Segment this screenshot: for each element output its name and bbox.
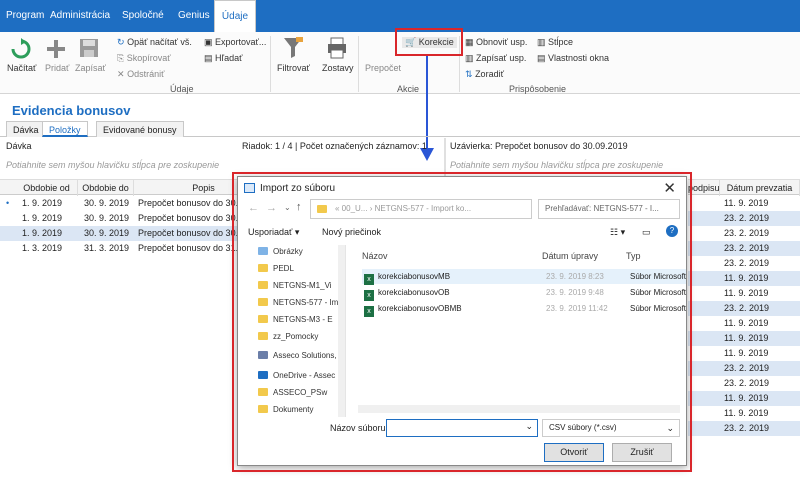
left-panel-label: Dávka bbox=[6, 141, 32, 151]
save-icon bbox=[80, 39, 98, 57]
cell-obdobie-do: 31. 3. 2019 bbox=[84, 243, 130, 253]
groupby-hint-left: Potiahnite sem myšou hlavičku stĺpca pre… bbox=[6, 160, 220, 170]
column-header-datum-prevzatia[interactable]: Dátum prevzatia bbox=[720, 180, 800, 196]
table-row[interactable]: 11. 9. 2019 bbox=[688, 316, 800, 331]
zapisat-button[interactable]: Zapísať bbox=[75, 63, 106, 73]
table-row[interactable]: 23. 2. 2019 bbox=[688, 226, 800, 241]
tab-spolocne[interactable]: Spoločné bbox=[122, 0, 164, 32]
highlight-korekcie bbox=[395, 28, 463, 56]
cell-datum-prevzatia: 23. 2. 2019 bbox=[724, 378, 770, 388]
current-row-indicator: • bbox=[6, 198, 10, 208]
cell-datum-prevzatia: 23. 2. 2019 bbox=[724, 303, 770, 313]
table-row[interactable]: 23. 2. 2019 bbox=[688, 421, 800, 436]
table-row[interactable]: 23. 2. 2019 bbox=[688, 256, 800, 271]
zostavy-button[interactable]: Zostavy bbox=[322, 63, 354, 73]
printer-icon bbox=[328, 37, 346, 59]
find-icon: ▤ bbox=[204, 53, 213, 63]
hladat-button[interactable]: ▤ Hľadať bbox=[204, 53, 243, 64]
highlight-dialog bbox=[232, 172, 692, 472]
table-row[interactable]: 11. 9. 2019 bbox=[688, 286, 800, 301]
tab-davka[interactable]: Dávka bbox=[6, 121, 46, 137]
group-label-udaje: Údaje bbox=[170, 84, 194, 94]
column-header-podpisu[interactable]: podpisu bbox=[688, 180, 720, 196]
cell-obdobie-od: 1. 3. 2019 bbox=[22, 243, 63, 253]
table-row[interactable]: 23. 2. 2019 bbox=[688, 301, 800, 316]
right-grid-header: podpisu Dátum prevzatia bbox=[688, 179, 800, 196]
cell-datum-prevzatia: 11. 9. 2019 bbox=[724, 318, 769, 328]
ribbon-separator bbox=[270, 36, 271, 92]
cell-obdobie-do: 30. 9. 2019 bbox=[84, 228, 130, 238]
cell-datum-prevzatia: 23. 2. 2019 bbox=[724, 228, 770, 238]
cell-datum-prevzatia: 23. 2. 2019 bbox=[724, 423, 770, 433]
cell-datum-prevzatia: 23. 2. 2019 bbox=[724, 243, 770, 253]
opat-nacitat-button[interactable]: ↻ Opäť načítať vš. bbox=[117, 37, 192, 48]
delete-icon: ✕ bbox=[117, 69, 125, 79]
exportovat-button[interactable]: ▣ Exportovať... bbox=[204, 37, 266, 48]
prepocet-button[interactable]: Prepočet bbox=[365, 63, 401, 73]
cell-obdobie-do: 30. 9. 2019 bbox=[84, 198, 130, 208]
column-header-obdobie-od[interactable]: Obdobie od bbox=[16, 180, 78, 196]
plus-icon bbox=[47, 40, 65, 58]
tab-administracia[interactable]: Administrácia bbox=[50, 0, 110, 32]
table-row[interactable]: 23. 2. 2019 bbox=[688, 241, 800, 256]
column-header-obdobie-do[interactable]: Obdobie do bbox=[78, 180, 134, 196]
export-icon: ▣ bbox=[204, 37, 213, 47]
copy-icon: ⎘ bbox=[117, 53, 125, 63]
cell-obdobie-od: 1. 9. 2019 bbox=[22, 228, 63, 238]
cell-obdobie-od: 1. 9. 2019 bbox=[22, 213, 63, 223]
save-layout-icon: ▥ bbox=[465, 53, 474, 63]
cell-datum-prevzatia: 23. 2. 2019 bbox=[724, 258, 770, 268]
cell-obdobie-do: 30. 9. 2019 bbox=[84, 213, 130, 223]
cell-datum-prevzatia: 11. 9. 2019 bbox=[724, 408, 769, 418]
nacitat-button[interactable]: Načítať bbox=[7, 63, 36, 73]
groupby-hint-right: Potiahnite sem myšou hlavičku stĺpca pre… bbox=[450, 160, 664, 170]
sub-tab-bar: Dávka Položky Evidované bonusy bbox=[0, 121, 800, 137]
cell-datum-prevzatia: 11. 9. 2019 bbox=[724, 288, 769, 298]
skopirovat-button[interactable]: ⎘ Skopírovať bbox=[117, 53, 171, 64]
sort-icon: ⇅ bbox=[465, 69, 473, 79]
cell-datum-prevzatia: 23. 2. 2019 bbox=[724, 363, 770, 373]
group-label-prisposobenie: Prispôsobenie bbox=[509, 84, 567, 94]
page-title: Evidencia bonusov bbox=[12, 103, 131, 118]
table-row[interactable]: 11. 9. 2019 bbox=[688, 331, 800, 346]
zoradit-button[interactable]: ⇅ Zoradiť bbox=[465, 69, 504, 80]
cell-datum-prevzatia: 23. 2. 2019 bbox=[724, 213, 770, 223]
table-row[interactable]: 23. 2. 2019 bbox=[688, 361, 800, 376]
vlastnosti-okna-button[interactable]: ▤ Vlastnosti okna bbox=[537, 53, 609, 64]
tab-program[interactable]: Program bbox=[6, 0, 44, 32]
table-row[interactable]: 11. 9. 2019 bbox=[688, 271, 800, 286]
cell-datum-prevzatia: 11. 9. 2019 bbox=[724, 393, 769, 403]
group-label-akcie: Akcie bbox=[397, 84, 420, 94]
table-row[interactable]: 11. 9. 2019 bbox=[688, 196, 800, 211]
tab-genius[interactable]: Genius bbox=[178, 0, 210, 32]
table-row[interactable]: 11. 9. 2019 bbox=[688, 346, 800, 361]
table-row[interactable]: 11. 9. 2019 bbox=[688, 391, 800, 406]
right-panel-label: Uzávierka: Prepočet bonusov do 30.09.201… bbox=[450, 141, 628, 151]
cell-datum-prevzatia: 11. 9. 2019 bbox=[724, 198, 769, 208]
ribbon-separator bbox=[358, 36, 359, 92]
table-row[interactable]: 11. 9. 2019 bbox=[688, 406, 800, 421]
restore-layout-icon: ▦ bbox=[465, 37, 474, 47]
tab-polozky[interactable]: Položky bbox=[42, 121, 88, 137]
cell-datum-prevzatia: 11. 9. 2019 bbox=[724, 348, 769, 358]
row-info: Riadok: 1 / 4 | Počet označených záznamo… bbox=[242, 141, 427, 151]
filtrovat-button[interactable]: Filtrovať bbox=[277, 63, 310, 73]
window-properties-icon: ▤ bbox=[537, 53, 546, 63]
stlpce-button[interactable]: ▥ Stĺpce bbox=[537, 37, 573, 48]
filter-icon bbox=[284, 37, 303, 58]
reload-all-icon: ↻ bbox=[117, 37, 125, 47]
obnovit-usp-button[interactable]: ▦ Obnoviť usp. bbox=[465, 37, 527, 48]
cell-obdobie-od: 1. 9. 2019 bbox=[22, 198, 63, 208]
pridat-button[interactable]: Pridať bbox=[45, 63, 69, 73]
columns-icon: ▥ bbox=[537, 37, 546, 47]
zapisat-usp-button[interactable]: ▥ Zapísať usp. bbox=[465, 53, 526, 64]
refresh-icon bbox=[11, 38, 31, 59]
cell-datum-prevzatia: 11. 9. 2019 bbox=[724, 333, 769, 343]
table-row[interactable]: 23. 2. 2019 bbox=[688, 376, 800, 391]
tab-evidovane-bonusy[interactable]: Evidované bonusy bbox=[96, 121, 184, 137]
table-row[interactable]: 23. 2. 2019 bbox=[688, 211, 800, 226]
odstranit-button[interactable]: ✕ Odstrániť bbox=[117, 69, 164, 80]
cell-datum-prevzatia: 11. 9. 2019 bbox=[724, 273, 769, 283]
tab-udaje[interactable]: Údaje bbox=[214, 0, 256, 32]
